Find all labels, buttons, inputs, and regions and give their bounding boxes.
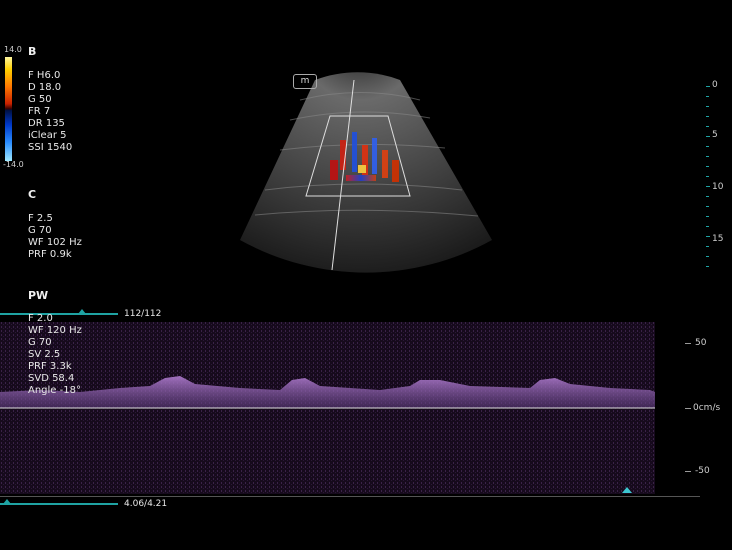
sweep-marker-icon[interactable] <box>622 487 632 493</box>
bmode-param: SSI 1540 <box>28 142 73 153</box>
time-counter: 4.06/4.21 <box>124 499 168 509</box>
pw-param: SV 2.5 <box>28 349 61 360</box>
bmode-header: B <box>28 45 37 58</box>
depth-ruler: 0 5 10 15 <box>700 78 730 278</box>
color-param: WF 102 Hz <box>28 237 82 248</box>
color-param: PRF 0.9k <box>28 249 72 260</box>
color-param: G 70 <box>28 225 52 236</box>
depth-label: 15 <box>712 234 724 244</box>
depth-label: 5 <box>712 130 718 140</box>
color-mode-header: C <box>28 188 37 201</box>
bmode-param: G 50 <box>28 94 52 105</box>
pw-mode-header: PW <box>28 289 49 302</box>
pw-param: SVD 58.4 <box>28 373 75 384</box>
depth-label: 0 <box>712 80 718 90</box>
velocity-label: 50 <box>695 338 707 348</box>
time-axis <box>0 496 700 497</box>
colorbar-min-label: -14.0 <box>3 160 24 169</box>
bmode-param-list: F H6.0 D 18.0 G 50 FR 7 DR 135 iClear 5 … <box>28 70 72 154</box>
colorbar-max-label: 14.0 <box>4 45 22 54</box>
color-param-list: F 2.5 G 70 WF 102 Hz PRF 0.9k <box>28 213 82 261</box>
frame-counter: 112/112 <box>124 309 162 319</box>
bmode-param: F H6.0 <box>28 70 61 81</box>
velocity-label: 0cm/s <box>693 403 721 413</box>
time-scrollbar[interactable] <box>0 503 118 505</box>
color-param: F 2.5 <box>28 213 53 224</box>
velocity-scale: 50 0cm/s -50 <box>675 330 732 500</box>
bmode-param: DR 135 <box>28 118 65 129</box>
mark-badge: m <box>293 74 317 89</box>
time-marker-icon[interactable] <box>3 499 11 504</box>
pw-param-list: F 2.0 WF 120 Hz G 70 SV 2.5 PRF 3.3k SVD… <box>28 313 82 397</box>
pw-param: G 70 <box>28 337 52 348</box>
depth-label: 10 <box>712 182 724 192</box>
bmode-param: FR 7 <box>28 106 51 117</box>
bmode-param: D 18.0 <box>28 82 62 93</box>
pw-param: Angle -18° <box>28 385 81 396</box>
bmode-param: iClear 5 <box>28 130 67 141</box>
pw-param: WF 120 Hz <box>28 325 82 336</box>
velocity-label: -50 <box>695 466 710 476</box>
pw-param: PRF 3.3k <box>28 361 72 372</box>
pw-param: F 2.0 <box>28 313 53 324</box>
spectral-doppler-trace <box>0 322 655 494</box>
velocity-colorbar <box>5 57 12 161</box>
